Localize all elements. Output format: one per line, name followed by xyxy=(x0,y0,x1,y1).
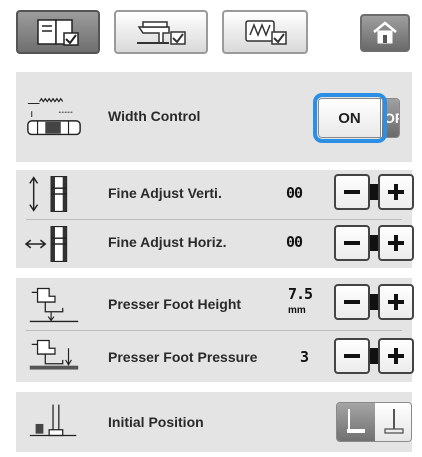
width-control-icon xyxy=(24,90,84,146)
needle-left-position-icon xyxy=(347,409,365,433)
fine-adjust-verti-plus-button[interactable] xyxy=(378,174,414,210)
fine-adjust-group: Fine Adjust Verti. 00 Fine Adjust Horiz.… xyxy=(16,170,414,268)
stepper-divider xyxy=(370,235,378,251)
stepper-divider xyxy=(370,348,378,364)
minus-icon xyxy=(344,354,360,358)
fine-adjust-horiz-plus-button[interactable] xyxy=(378,225,414,261)
presser-foot-height-minus-button[interactable] xyxy=(334,284,370,320)
fine-adjust-verti-stepper xyxy=(334,174,414,210)
vertical-adjust-icon xyxy=(24,172,84,216)
settings-page-icon xyxy=(37,19,79,46)
initial-position-icon xyxy=(24,400,84,444)
home-button[interactable] xyxy=(360,14,410,52)
fine-adjust-horiz-label: Fine Adjust Horiz. xyxy=(108,234,227,250)
tab-general-settings[interactable] xyxy=(16,10,100,54)
fine-adjust-horiz-minus-button[interactable] xyxy=(334,225,370,261)
fine-adjust-horiz-value: 00 xyxy=(286,233,303,251)
horizontal-adjust-icon xyxy=(24,222,84,266)
fine-adjust-verti-value: 00 xyxy=(286,184,303,202)
presser-foot-pressure-plus-button[interactable] xyxy=(378,338,414,374)
presser-foot-pressure-minus-button[interactable] xyxy=(334,338,370,374)
minus-icon xyxy=(344,190,360,194)
width-control-off-button[interactable]: OFF xyxy=(382,99,399,137)
width-control-label: Width Control xyxy=(108,108,201,124)
tab-bar xyxy=(0,0,422,62)
initial-position-toggle[interactable] xyxy=(336,402,412,442)
plus-icon xyxy=(388,348,404,364)
initial-position-left-button[interactable] xyxy=(337,403,375,441)
minus-icon xyxy=(344,241,360,245)
stepper-divider xyxy=(370,184,378,200)
presser-foot-height-icon xyxy=(24,282,84,326)
presser-foot-height-value: 7.5 xyxy=(288,285,313,303)
presser-foot-pressure-icon xyxy=(24,334,84,378)
presser-foot-height-label: Presser Foot Height xyxy=(108,296,242,312)
row-divider xyxy=(26,330,402,331)
initial-position-row: Initial Position xyxy=(16,392,412,452)
home-icon xyxy=(373,21,397,44)
tab-embroidery-settings[interactable] xyxy=(222,10,308,54)
presser-foot-height-unit: mm xyxy=(288,305,306,316)
stepper-divider xyxy=(370,294,378,310)
presser-foot-pressure-label: Presser Foot Pressure xyxy=(108,349,258,365)
row-divider xyxy=(26,219,402,220)
width-control-toggle[interactable]: ON OFF xyxy=(318,98,400,138)
width-control-on-button[interactable]: ON xyxy=(319,99,381,137)
plus-icon xyxy=(388,235,404,251)
presser-foot-pressure-stepper xyxy=(334,338,414,374)
embroidery-settings-icon xyxy=(245,20,287,45)
fine-adjust-verti-label: Fine Adjust Verti. xyxy=(108,185,222,201)
initial-position-label: Initial Position xyxy=(108,414,204,430)
presser-foot-height-stepper xyxy=(334,284,414,320)
presser-foot-group: Presser Foot Height 7.5 mm Presser Foot … xyxy=(16,278,414,382)
sewing-machine-settings-icon xyxy=(137,21,186,45)
fine-adjust-horiz-stepper xyxy=(334,225,414,261)
presser-foot-pressure-value: 3 xyxy=(300,348,309,366)
tab-sewing-settings[interactable] xyxy=(114,10,208,54)
width-control-row: Width Control ON OFF xyxy=(16,72,412,162)
minus-icon xyxy=(344,300,360,304)
plus-icon xyxy=(388,184,404,200)
presser-foot-height-plus-button[interactable] xyxy=(378,284,414,320)
needle-center-position-icon xyxy=(384,409,404,434)
fine-adjust-verti-minus-button[interactable] xyxy=(334,174,370,210)
initial-position-center-button[interactable] xyxy=(375,403,411,441)
plus-icon xyxy=(388,294,404,310)
